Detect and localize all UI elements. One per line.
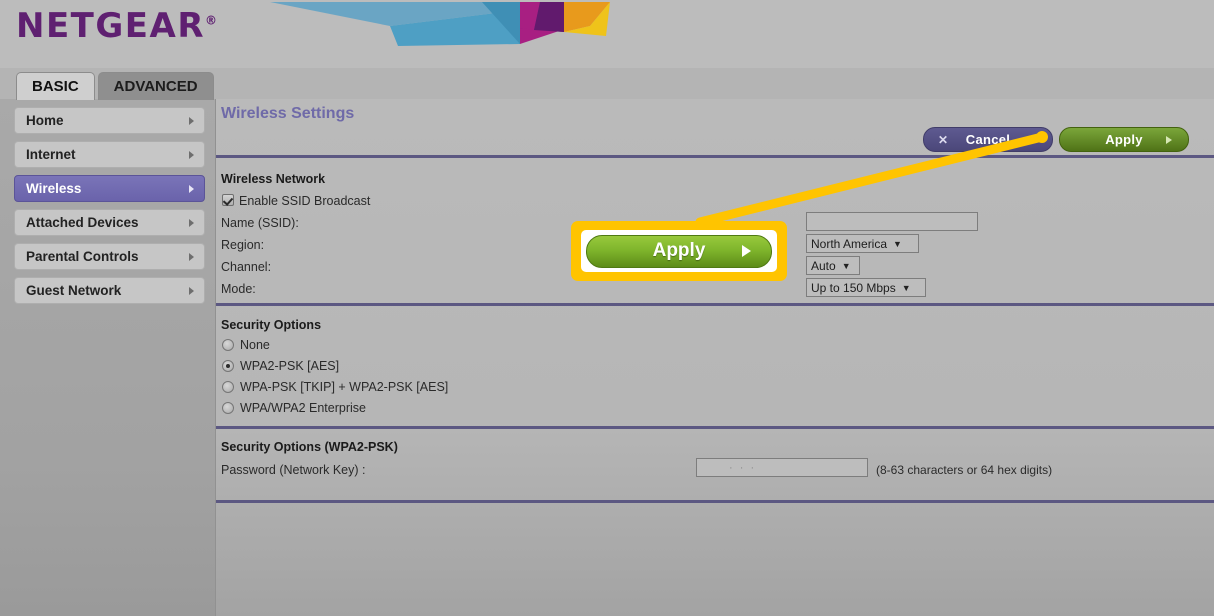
callout-apply-button-label: Apply (652, 240, 706, 261)
security-option-wpa-wpa2-enterprise-radio[interactable] (222, 402, 234, 414)
cancel-button[interactable]: ✕ Cancel (923, 127, 1053, 152)
sidebar-item-wireless[interactable]: Wireless (14, 175, 205, 202)
callout-inner-frame: Apply (581, 230, 777, 272)
security-option-wpa2psk-aes-label: WPA2-PSK [AES] (240, 359, 340, 373)
security-option-none-radio[interactable] (222, 339, 234, 351)
chevron-right-icon (189, 184, 194, 193)
chevron-down-icon: ▼ (901, 282, 911, 293)
sidebar-item-label: Home (26, 113, 64, 128)
password-input-value: · · · (729, 462, 757, 474)
main-content: Wireless Settings ✕ Cancel Apply Wireles… (216, 99, 1214, 616)
tab-basic[interactable]: BASIC (16, 72, 95, 100)
password-label: Password (Network Key) : (221, 463, 366, 477)
security-option-wpa2psk-aes-radio[interactable] (222, 360, 234, 372)
page-header: NETGEAR® (0, 0, 1214, 68)
registered-mark: ® (205, 13, 219, 28)
ssid-name-label: Name (SSID): (221, 216, 299, 230)
decorative-ribbon-graphic-right (520, 2, 610, 36)
sidebar-item-internet[interactable]: Internet (14, 141, 205, 168)
triangle-right-icon (742, 245, 751, 257)
wireless-network-heading: Wireless Network (221, 172, 326, 186)
channel-select-value: Auto (811, 258, 836, 273)
tab-advanced-label: ADVANCED (113, 78, 198, 95)
mode-select-value: Up to 150 Mbps (811, 280, 896, 295)
sidebar-item-label: Parental Controls (26, 249, 139, 264)
sidebar-item-label: Guest Network (26, 283, 122, 298)
apply-button-label: Apply (1105, 132, 1143, 147)
sidebar-item-home[interactable]: Home (14, 107, 205, 134)
page-title: Wireless Settings (221, 105, 355, 122)
divider-wpa2psk (216, 426, 1214, 429)
channel-label: Channel: (221, 260, 272, 274)
security-options-heading: Security Options (221, 318, 322, 332)
sidebar-nav: Home Internet Wireless Attached Devices … (0, 99, 216, 616)
security-wpa2psk-heading: Security Options (WPA2-PSK) (221, 440, 398, 454)
cancel-button-label: Cancel (965, 132, 1011, 147)
chevron-right-icon (189, 252, 194, 261)
mode-select[interactable]: Up to 150 Mbps ▼ (806, 278, 926, 297)
password-input[interactable]: · · · (696, 458, 868, 477)
tab-basic-label: BASIC (32, 78, 79, 95)
divider-security (216, 303, 1214, 306)
channel-select[interactable]: Auto ▼ (806, 256, 860, 275)
tab-bar: BASIC ADVANCED (16, 70, 217, 100)
enable-ssid-broadcast-checkbox[interactable] (222, 194, 234, 206)
divider-top (216, 155, 1214, 158)
callout-apply-button[interactable]: Apply (586, 234, 772, 268)
apply-button[interactable]: Apply (1059, 127, 1189, 152)
chevron-right-icon (189, 150, 194, 159)
region-select-value: North America (811, 236, 888, 251)
chevron-right-icon (189, 218, 194, 227)
chevron-right-icon (189, 116, 194, 125)
close-icon: ✕ (938, 132, 949, 147)
enable-ssid-broadcast-label: Enable SSID Broadcast (239, 194, 371, 208)
password-hint: (8-63 characters or 64 hex digits) (876, 463, 1053, 477)
security-option-wpapsk-tkip-wpa2psk-aes-radio[interactable] (222, 381, 234, 393)
tab-advanced[interactable]: ADVANCED (97, 72, 214, 100)
sidebar-item-parental-controls[interactable]: Parental Controls (14, 243, 205, 270)
mode-label: Mode: (221, 282, 256, 296)
sidebar-item-label: Internet (26, 147, 76, 162)
netgear-logo: NETGEAR® (16, 6, 219, 46)
divider-bottom (216, 500, 1214, 503)
sidebar-item-guest-network[interactable]: Guest Network (14, 277, 205, 304)
chevron-down-icon: ▼ (893, 238, 902, 249)
sidebar-item-label: Attached Devices (26, 215, 139, 230)
region-label: Region: (221, 238, 265, 252)
security-option-wpapsk-tkip-wpa2psk-aes-label: WPA-PSK [TKIP] + WPA2-PSK [AES] (240, 380, 449, 394)
triangle-right-icon (1166, 135, 1172, 144)
sidebar-item-attached-devices[interactable]: Attached Devices (14, 209, 205, 236)
apply-button-callout-highlight: Apply (571, 221, 787, 281)
chevron-down-icon: ▼ (841, 260, 851, 271)
router-admin-page: NETGEAR® BASIC ADVANCED Home Internet Wi… (0, 0, 1214, 616)
security-option-none-label: None (240, 338, 270, 352)
ssid-name-input[interactable] (806, 212, 978, 231)
sidebar-item-label: Wireless (26, 181, 82, 196)
region-select[interactable]: North America ▼ (806, 234, 919, 253)
brand-name: NETGEAR (16, 6, 205, 46)
chevron-right-icon (189, 286, 194, 295)
security-option-wpa-wpa2-enterprise-label: WPA/WPA2 Enterprise (240, 401, 366, 415)
